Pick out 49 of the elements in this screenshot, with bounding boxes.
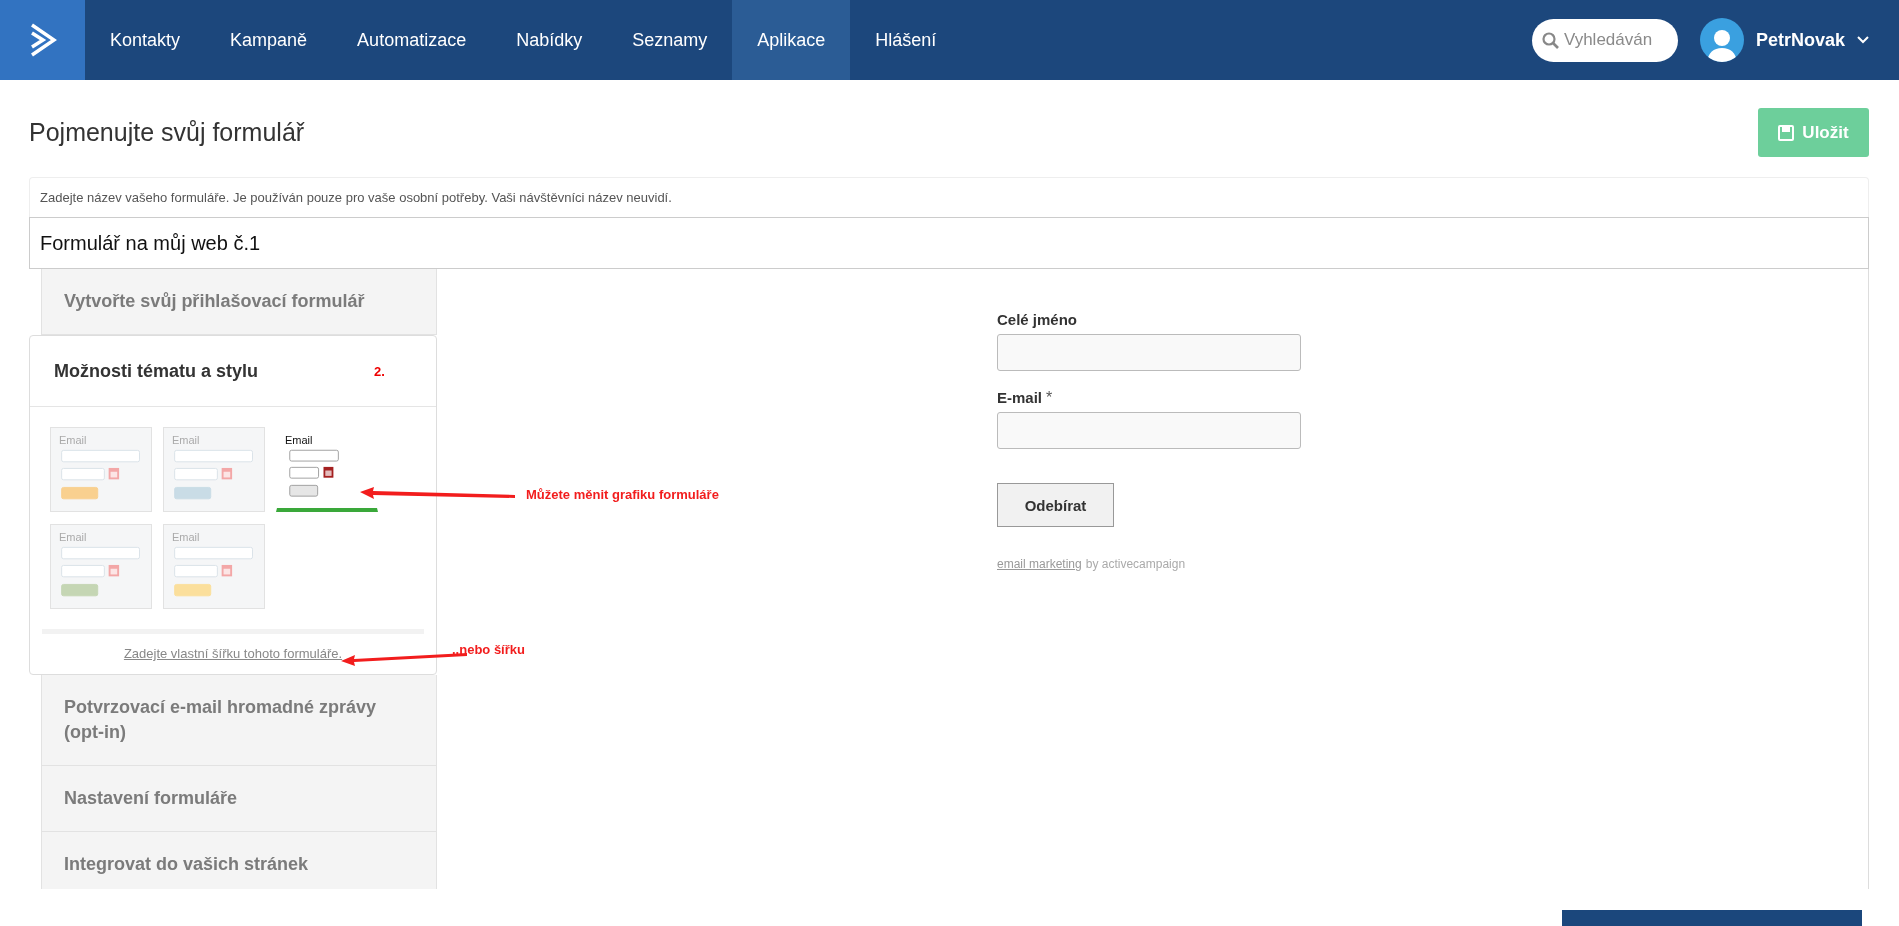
calendar-icon	[323, 466, 334, 478]
field-label: Celé jméno	[997, 311, 1078, 328]
mini-input-field	[174, 467, 218, 481]
input-field[interactable]	[997, 412, 1301, 449]
input-field[interactable]	[997, 334, 1301, 371]
nav-tab[interactable]: Nabídky	[491, 0, 608, 80]
calendar-icon	[108, 564, 120, 577]
calendar-icon	[108, 467, 120, 480]
user-avatar[interactable]	[1699, 18, 1744, 62]
search-field[interactable]: Vyhledáván	[1531, 18, 1678, 62]
annotation-text: Můžete měnit grafiku formuláře	[526, 487, 719, 502]
field-label: E-mail	[997, 389, 1042, 406]
nav-tab[interactable]: Kontakty	[85, 0, 206, 80]
thumbnail-label: Email	[59, 531, 88, 543]
step-title[interactable]: Možnosti tématu a stylu	[54, 360, 374, 382]
app-logo[interactable]	[0, 0, 85, 80]
step-header[interactable]: Nastavení formuláře	[41, 766, 437, 832]
thumbnail-label: Email	[172, 531, 201, 543]
chevron-down-icon[interactable]	[1857, 36, 1869, 44]
mini-input-field	[289, 466, 319, 479]
calendar-icon	[221, 467, 233, 480]
thumbnail-label: Email	[59, 434, 88, 446]
form-name-input[interactable]: Formulář na můj web č.1	[29, 217, 1869, 269]
save-icon	[1778, 124, 1795, 141]
nav-tab[interactable]: Hlášení	[850, 0, 962, 80]
footer-text: by activecampaign	[1085, 557, 1186, 571]
page-title: Pojmenujte svůj formulář	[29, 118, 305, 147]
subscribe-button[interactable]: Odebírat	[997, 483, 1114, 527]
calendar-icon	[221, 564, 233, 577]
thumbnail-label: Email	[172, 434, 201, 446]
step-header[interactable]: Vytvořte svůj přihlašovací formulář	[41, 269, 437, 335]
nav-tab[interactable]: Kampaně	[205, 0, 333, 80]
annotation-number: 2.	[374, 363, 385, 379]
mini-input-field	[61, 564, 105, 578]
user-name[interactable]: PetrNovak	[1755, 29, 1845, 51]
nav-tab[interactable]: Seznamy	[607, 0, 733, 80]
custom-width-link[interactable]: Zadejte vlastní šířku tohoto formuláře.	[123, 646, 343, 661]
step-header[interactable]: Potvrzovací e-mail hromadné zprávy (opt-in)	[41, 675, 437, 766]
mini-input-field	[289, 449, 339, 462]
logo-icon	[28, 23, 57, 57]
thumbnail-label: Email	[285, 434, 314, 446]
annotation-text: ..nebo šířku	[452, 642, 525, 657]
nav-tab[interactable]: Automatizace	[332, 0, 492, 80]
nav-tab[interactable]: Aplikace	[732, 0, 851, 80]
mini-input-field	[174, 564, 218, 578]
search-icon	[1541, 31, 1560, 50]
mini-input-field	[61, 467, 105, 481]
required-mark: *	[1046, 389, 1053, 408]
step-header[interactable]: Integrovat do vašich stránek	[41, 832, 437, 889]
